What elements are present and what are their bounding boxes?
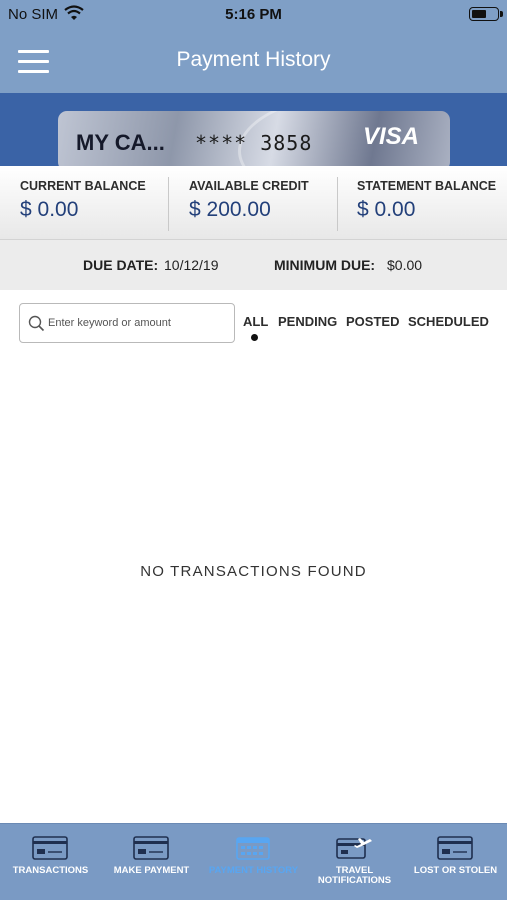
card-number: **** 3858 <box>195 131 313 155</box>
calendar-icon <box>236 837 270 860</box>
status-bar: No SIM 5:16 PM <box>0 0 507 30</box>
page-title: Payment History <box>176 48 331 71</box>
card-band: MY CA... **** 3858 VISA <box>0 93 507 166</box>
due-date-value: 10/12/19 <box>164 257 219 273</box>
tab-label: TRANSACTIONS <box>12 865 89 876</box>
tab-make-payment[interactable]: MAKE PAYMENT <box>101 824 202 900</box>
balance-summary: CURRENT BALANCE $ 0.00 AVAILABLE CREDIT … <box>0 166 507 240</box>
tab-payment-history[interactable]: PAYMENT HISTORY <box>203 824 304 900</box>
card-brand-logo: VISA <box>363 123 420 150</box>
tab-scheduled[interactable]: SCHEDULED <box>408 314 489 329</box>
active-tab-indicator <box>251 334 258 341</box>
tab-label: MAKE PAYMENT <box>113 865 190 876</box>
tab-all[interactable]: ALL <box>243 314 268 329</box>
available-credit: AVAILABLE CREDIT $ 200.00 <box>189 166 337 240</box>
search-icon <box>28 315 45 332</box>
card-alert-icon <box>437 836 473 860</box>
tab-label: PAYMENT HISTORY <box>208 865 299 876</box>
empty-state-message: NO TRANSACTIONS FOUND <box>140 563 367 580</box>
current-balance-label: CURRENT BALANCE <box>20 179 146 193</box>
battery-nub <box>500 11 503 17</box>
due-date-label: DUE DATE: <box>83 257 159 273</box>
divider <box>168 177 169 231</box>
tab-label: TRAVEL NOTIFICATIONS <box>317 865 392 886</box>
search-input[interactable] <box>48 312 230 334</box>
battery-level <box>472 10 486 18</box>
available-credit-label: AVAILABLE CREDIT <box>189 179 309 193</box>
search-box[interactable] <box>19 303 235 343</box>
card-icon <box>133 836 169 860</box>
statement-balance-value: $ 0.00 <box>357 198 416 221</box>
nav-bar: Payment History <box>0 30 507 93</box>
card-icon <box>32 836 68 860</box>
card-plane-icon <box>336 838 372 859</box>
current-balance: CURRENT BALANCE $ 0.00 <box>20 166 168 240</box>
tab-lost-or-stolen[interactable]: LOST OR STOLEN <box>405 824 506 900</box>
minimum-due-label: MINIMUM DUE: <box>274 257 376 273</box>
bottom-tab-bar: TRANSACTIONS MAKE PAYMENT PAYMENT HISTOR… <box>0 823 507 900</box>
current-balance-value: $ 0.00 <box>20 198 79 221</box>
statement-balance: STATEMENT BALANCE $ 0.00 <box>357 166 505 240</box>
card-name: MY CA... <box>76 130 165 155</box>
divider <box>337 177 338 231</box>
card-image[interactable]: MY CA... **** 3858 VISA <box>58 111 450 166</box>
available-credit-value: $ 200.00 <box>189 198 271 221</box>
statement-balance-label: STATEMENT BALANCE <box>357 179 497 193</box>
battery-icon <box>469 7 503 21</box>
tab-label: LOST OR STOLEN <box>413 865 498 876</box>
status-time: 5:16 PM <box>225 6 282 23</box>
tab-travel-notifications[interactable]: TRAVEL NOTIFICATIONS <box>304 824 405 900</box>
tab-transactions[interactable]: TRANSACTIONS <box>0 824 101 900</box>
due-info-bar: DUE DATE: 10/12/19 MINIMUM DUE: $0.00 <box>0 240 507 290</box>
minimum-due-value: $0.00 <box>387 257 423 273</box>
tab-posted[interactable]: POSTED <box>346 314 399 329</box>
tab-pending[interactable]: PENDING <box>278 314 337 329</box>
